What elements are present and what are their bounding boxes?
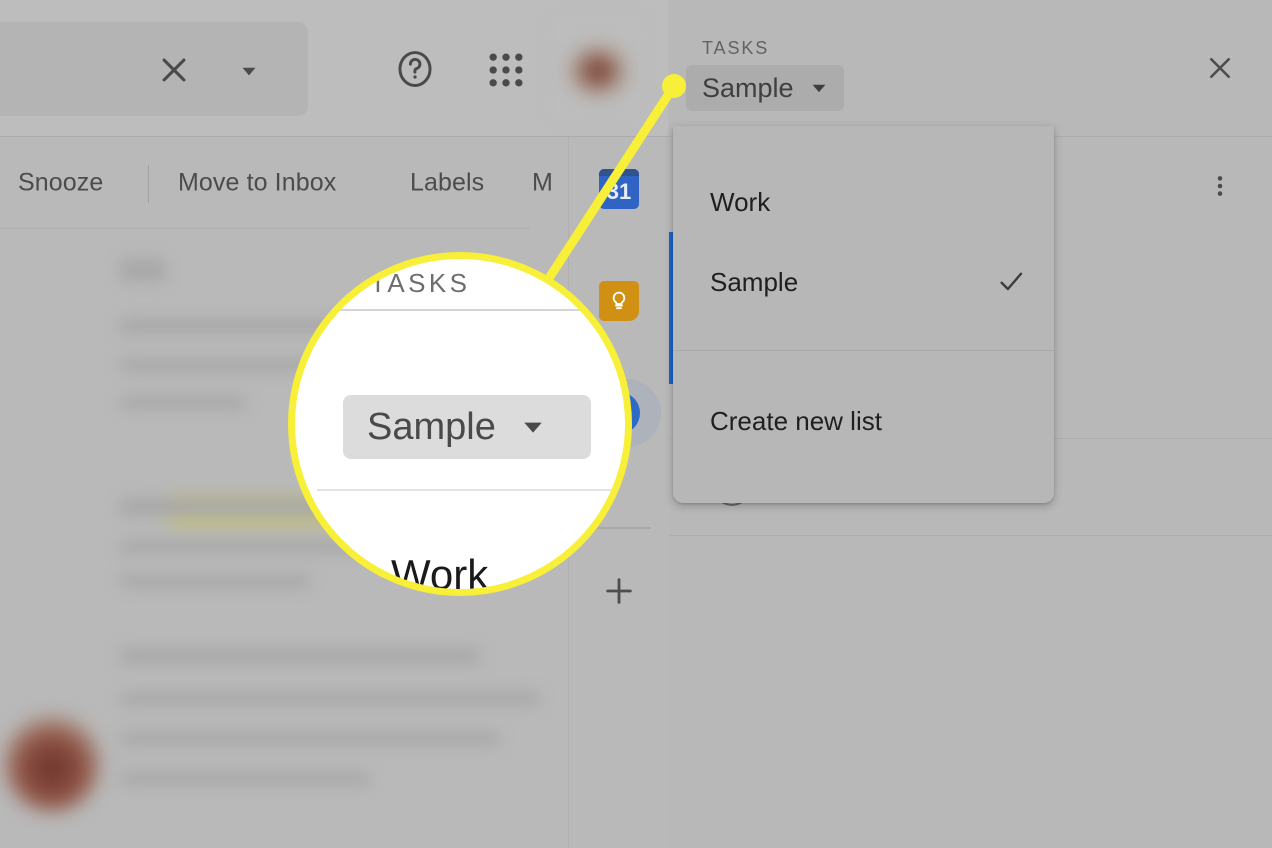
magnified-tasks-label: TASKS <box>370 268 471 298</box>
magnifier-callout: TASKS Sample Work <box>288 252 632 596</box>
gmail-header <box>0 0 668 137</box>
toolbar-underline <box>0 228 530 229</box>
panel-more-options-button[interactable] <box>1198 166 1242 210</box>
menu-lists-section: Work Sample <box>673 126 1054 350</box>
menu-create-section: Create new list <box>673 351 1054 503</box>
apps-grid-icon[interactable] <box>484 48 528 92</box>
more-vertical-icon <box>1207 173 1233 204</box>
tasks-section-label: TASKS <box>702 38 770 58</box>
tasks-panel-header: TASKS Sample <box>669 0 1272 136</box>
search-options-chevron-down-icon[interactable] <box>232 56 266 86</box>
toolbar-item-labels[interactable]: Labels <box>410 169 484 198</box>
menu-item-label: Sample <box>710 266 799 297</box>
calendar-icon: 31 <box>599 169 639 209</box>
magnified-selector-label: Sample <box>367 405 496 448</box>
toolbar-divider <box>148 165 149 203</box>
task-list-selector[interactable]: Sample <box>686 65 844 111</box>
task-list-selector-label: Sample <box>702 72 794 103</box>
toolbar-item-snooze[interactable]: Snooze <box>18 169 103 198</box>
clear-search-icon[interactable] <box>152 48 196 92</box>
help-circle-icon[interactable] <box>392 46 438 92</box>
toolbar-item-move-to-inbox[interactable]: Move to Inbox <box>178 169 336 198</box>
toolbar-item-more[interactable]: M <box>532 169 553 198</box>
magnified-top-rule <box>323 309 625 311</box>
rail-item-calendar[interactable]: 31 <box>591 161 647 217</box>
calendar-badge: 31 <box>606 178 632 204</box>
menu-item-label: Work <box>710 186 771 217</box>
caret-down-icon <box>808 77 830 99</box>
magnified-task-list-selector[interactable]: Sample <box>343 395 591 459</box>
menu-item-sample[interactable]: Sample <box>673 242 1054 322</box>
magnified-bottom-rule <box>317 489 625 491</box>
screenshot-root: Snooze Move to Inbox Labels M 31 TASKS S… <box>0 0 1272 848</box>
sender-avatar <box>4 716 100 812</box>
caret-down-icon <box>518 412 548 442</box>
magnified-content: TASKS Sample Work <box>295 259 625 589</box>
check-icon <box>996 267 1026 297</box>
close-panel-button[interactable] <box>1199 49 1241 91</box>
menu-item-label: Create new list <box>710 405 882 436</box>
close-icon <box>1205 53 1235 88</box>
menu-item-work[interactable]: Work <box>673 162 1054 242</box>
avatar[interactable] <box>556 22 640 116</box>
task-list-dropdown-menu: Work Sample Create new list <box>673 126 1054 503</box>
menu-item-create-new-list[interactable]: Create new list <box>673 381 1054 461</box>
